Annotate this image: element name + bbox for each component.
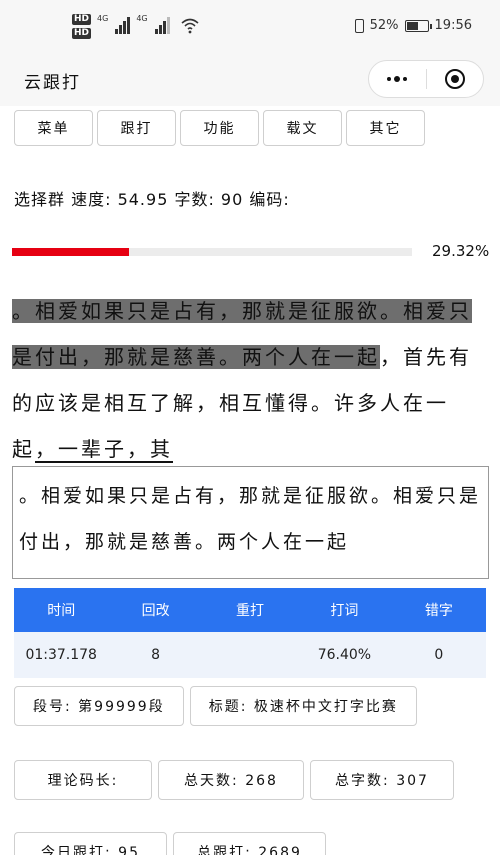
functions-button[interactable]: 功能 xyxy=(180,110,259,146)
total-follow-button[interactable]: 总跟打: 2689 xyxy=(173,832,326,855)
target-icon xyxy=(444,69,465,89)
title-button[interactable]: 标题: 极速杯中文打字比赛 xyxy=(189,686,417,726)
load-text-button[interactable]: 载文 xyxy=(263,110,342,146)
more-button[interactable] xyxy=(369,61,426,97)
typing-stats-line: 选择群 速度: 54.95 字数: 90 编码: xyxy=(14,190,290,209)
cell-time: 01:37.178 xyxy=(25,647,97,663)
menu-button[interactable]: 菜单 xyxy=(14,110,93,146)
hd-badge-2: HD xyxy=(72,28,92,39)
header-retype: 重打 xyxy=(236,603,265,619)
signal-icon-2 xyxy=(154,16,170,34)
network-label-1: 4G xyxy=(97,14,109,23)
menu-row: 菜单 跟打 功能 载文 其它 xyxy=(14,110,425,146)
cell-retype xyxy=(203,632,297,678)
vibrate-icon xyxy=(354,18,364,33)
header-time: 时间 xyxy=(47,603,76,619)
follow-type-button[interactable]: 跟打 xyxy=(97,110,176,146)
nav-bar: 云跟打 xyxy=(0,56,500,106)
signal-icon xyxy=(115,16,131,34)
page-title: 云跟打 xyxy=(24,73,81,93)
header-backspace: 回改 xyxy=(141,603,170,619)
battery-percent: 52% xyxy=(369,18,399,33)
today-follow-button[interactable]: 今日跟打: 95 xyxy=(14,832,167,855)
cell-errors: 0 xyxy=(434,647,444,663)
mini-program-capsule xyxy=(368,60,484,98)
battery-icon xyxy=(404,19,432,32)
other-button[interactable]: 其它 xyxy=(346,110,425,146)
clock: 19:56 xyxy=(434,18,472,33)
header-word-rate: 打词 xyxy=(330,603,359,619)
more-dots-icon xyxy=(387,76,408,82)
results-table: 时间 回改 重打 打词 错字 01:37.178 8 76.40% 0 xyxy=(14,588,486,678)
info-row-2: 理论码长: 总天数: 268 总字数: 307 xyxy=(14,760,454,800)
main-content: 菜单 跟打 功能 载文 其它 选择群 速度: 54.95 字数: 90 编码: … xyxy=(0,106,500,855)
cell-word-rate: 76.40% xyxy=(317,647,372,663)
network-label-2: 4G xyxy=(136,14,148,23)
info-row-3: 今日跟打: 95 总跟打: 2689 xyxy=(14,832,326,855)
total-chars-button[interactable]: 总字数: 307 xyxy=(310,760,454,800)
typing-input[interactable]: 。相爱如果只是占有，那就是征服欲。相爱只是付出，那就是慈善。两个人在一起 xyxy=(12,466,489,579)
wifi-icon xyxy=(181,18,199,34)
segment-number-button[interactable]: 段号: 第99999段 xyxy=(14,686,184,726)
total-days-button[interactable]: 总天数: 268 xyxy=(158,760,304,800)
progress-bar xyxy=(12,248,412,256)
article-text: 。相爱如果只是占有，那就是征服欲。相爱只是付出，那就是慈善。两个人在一起，首先有… xyxy=(12,288,490,472)
header-errors: 错字 xyxy=(424,603,453,619)
cell-backspace: 8 xyxy=(151,647,161,663)
table-header: 时间 回改 重打 打词 错字 xyxy=(14,588,486,632)
current-segment-text: ，一辈子，其 xyxy=(35,437,173,463)
progress-percent: 29.32% xyxy=(432,242,490,260)
close-miniprogram-button[interactable] xyxy=(427,61,484,97)
progress-fill xyxy=(12,248,130,256)
hd-badge-1: HD xyxy=(72,14,92,25)
code-length-button[interactable]: 理论码长: xyxy=(14,760,152,800)
table-row: 01:37.178 8 76.40% 0 xyxy=(14,632,486,678)
info-row-1: 段号: 第99999段 标题: 极速杯中文打字比赛 xyxy=(14,686,417,726)
status-bar: HD HD 4G 4G 52% 19:56 xyxy=(0,0,500,56)
